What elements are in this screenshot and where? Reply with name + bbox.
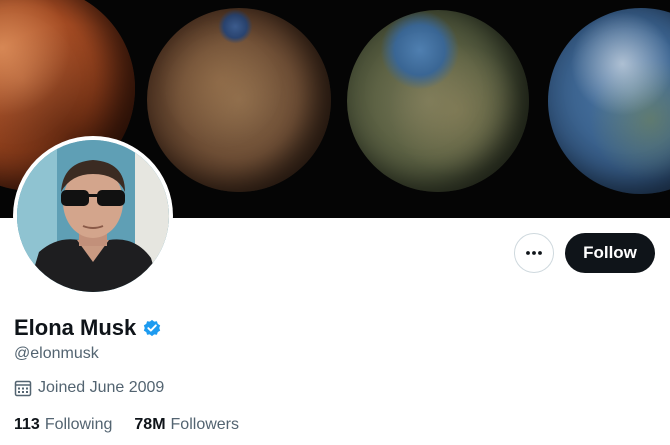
following-count: 113 (14, 416, 40, 433)
join-date-text: Joined June 2009 (38, 379, 165, 396)
more-options-button[interactable] (514, 233, 554, 273)
calendar-icon (14, 379, 32, 397)
following-link[interactable]: 113 Following (14, 415, 112, 435)
banner-planet-terraformed (548, 8, 670, 194)
username-handle: @elonmusk (14, 345, 99, 362)
followers-link[interactable]: 78M Followers (134, 415, 239, 435)
follow-button[interactable]: Follow (565, 233, 655, 273)
banner-planet-early-terraform (147, 8, 331, 192)
profile-name-row: Elona Musk (14, 314, 162, 342)
followers-count: 78M (134, 416, 166, 433)
display-name: Elona Musk (14, 315, 137, 340)
follow-stats: 113 Following 78M Followers (14, 415, 239, 435)
join-date-row: Joined June 2009 (14, 378, 164, 398)
verified-badge-icon[interactable] (142, 318, 162, 338)
followers-label: Followers (170, 416, 239, 433)
banner-planet-mid-terraform (347, 10, 529, 192)
more-horizontal-icon (525, 244, 543, 262)
following-label: Following (44, 416, 113, 433)
profile-page: Follow Elona Musk @elonmusk Joined June (0, 0, 670, 445)
avatar-photo (17, 140, 169, 292)
avatar[interactable] (13, 136, 173, 296)
